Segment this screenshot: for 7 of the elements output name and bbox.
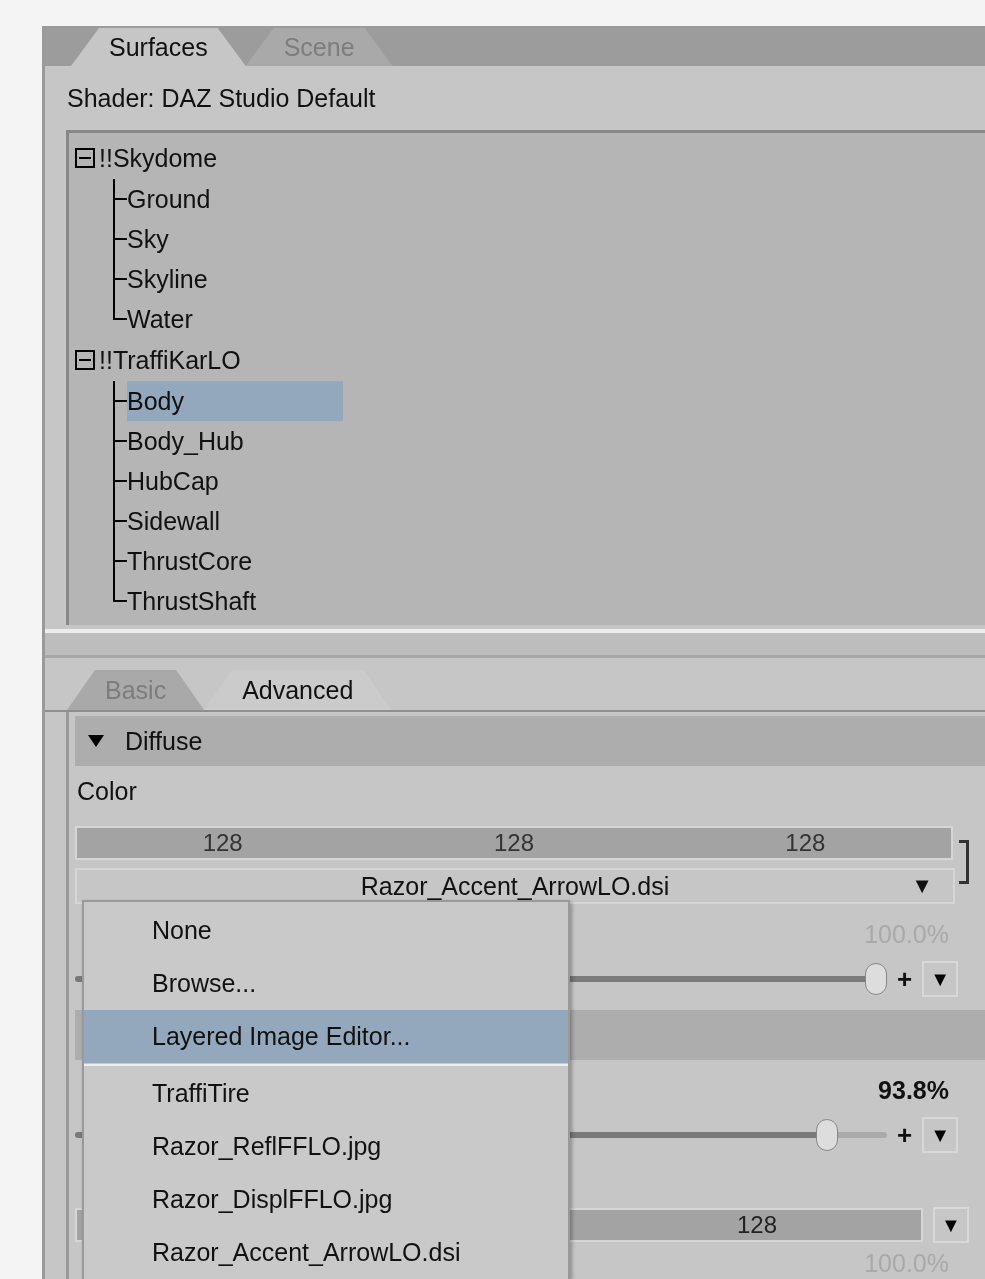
percent-value: 93.8% [878,1075,949,1105]
shader-label: Shader: DAZ Studio Default [66,83,377,114]
color-value: 128 [493,829,534,857]
section-title: Diffuse [125,726,203,756]
color-value: 128 [202,829,243,857]
color-label: Color [76,776,138,807]
color-value: 128 [785,829,826,857]
